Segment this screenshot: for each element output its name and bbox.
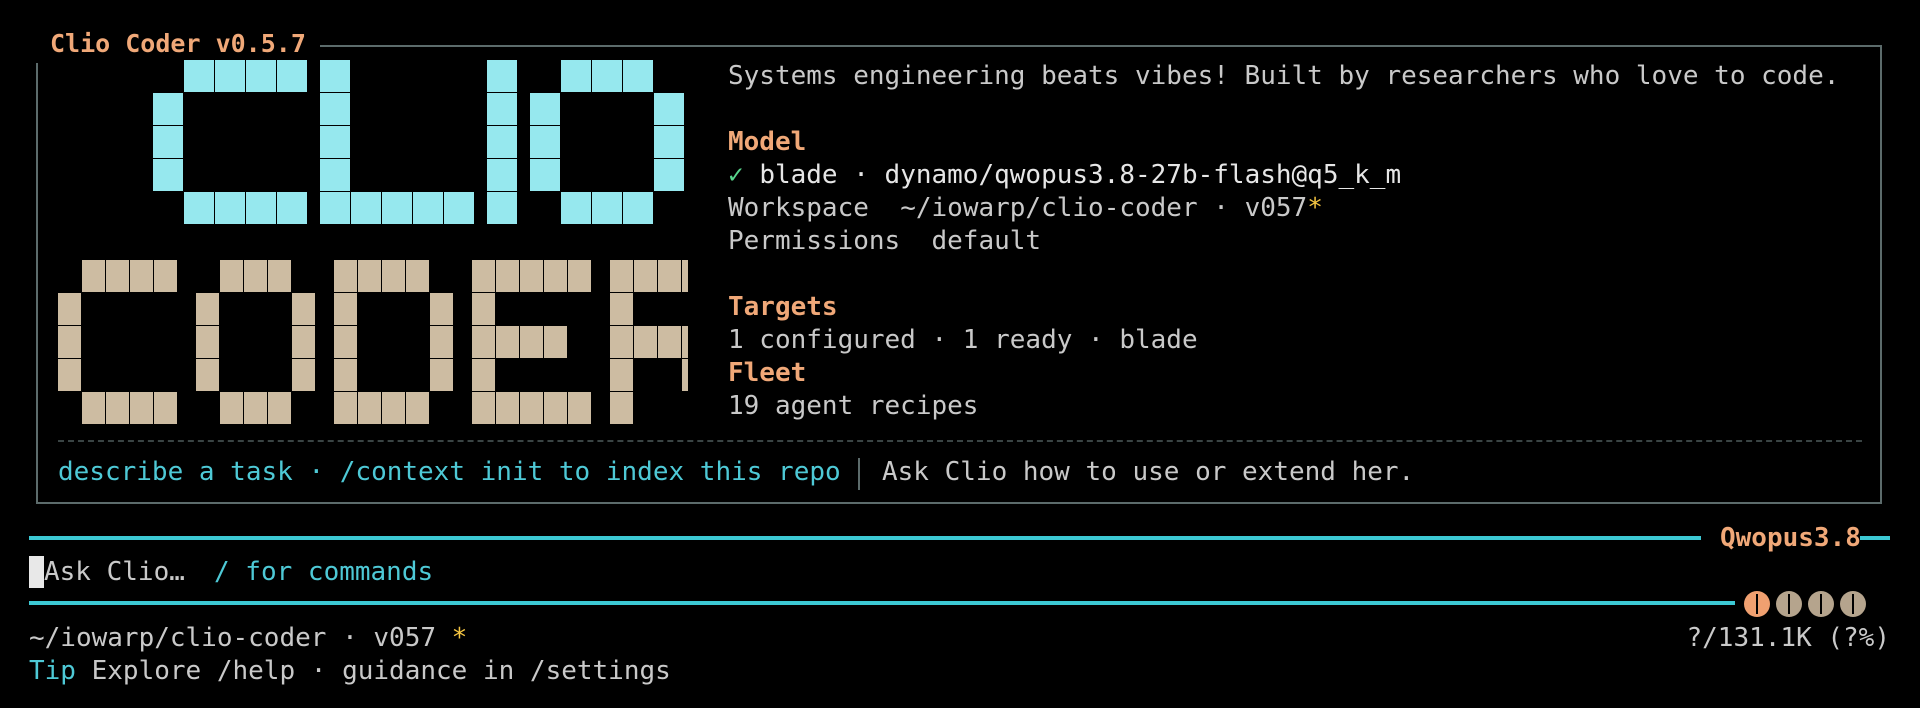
workspace-path: ~/iowarp/clio-coder · v057 [900, 193, 1308, 223]
check-icon: ✓ [728, 160, 744, 190]
status-path: ~/iowarp/clio-coder [29, 623, 327, 653]
brain-icon [1776, 591, 1802, 617]
clio-coder-logo [58, 60, 688, 424]
model-heading: Model [728, 127, 807, 157]
task-hint: describe a task · /context init to index… [58, 457, 841, 487]
input-bottom-border [29, 601, 1735, 605]
help-hint: Ask Clio how to use or extend her. [882, 457, 1415, 487]
banner-title: Clio Coder v0.5.7 [36, 25, 320, 63]
fleet-heading: Fleet [728, 358, 807, 388]
hint-separator [858, 458, 860, 490]
context-usage: ?/131.1K (?%) [1686, 623, 1891, 653]
targets-heading: Targets [728, 292, 838, 322]
brain-icon [1840, 591, 1866, 617]
brain-active-icon [1744, 591, 1770, 617]
input-top-border [29, 536, 1701, 540]
tip-text: Explore /help · guidance in /settings [91, 656, 671, 686]
tagline: Systems engineering beats vibes! Built b… [728, 61, 1840, 91]
permissions-label: Permissions [728, 226, 901, 256]
model-value: blade · dynamo/qwopus3.8-27b-flash@q5_k_… [759, 160, 1402, 190]
status-dirty: * [451, 623, 468, 653]
prompt-placeholder: Ask Clio… [44, 557, 185, 587]
model-label: Qwopus3.8 [1720, 523, 1861, 553]
fleet-value: 19 agent recipes [728, 391, 979, 421]
permissions-line: Permissions default [728, 225, 1041, 258]
effort-indicator[interactable] [1744, 591, 1866, 617]
commands-hint: / for commands [214, 557, 434, 587]
workspace-dirty: * [1307, 193, 1323, 223]
status-branch: v057 [373, 623, 437, 653]
targets-value: 1 configured · 1 ready · blade [728, 325, 1198, 355]
tip-line: Tip Explore /help · guidance in /setting… [29, 655, 671, 688]
status-path-line: ~/iowarp/clio-coder · v057 * [29, 623, 468, 653]
tip-label: Tip [29, 656, 76, 686]
model-line: ✓ blade · dynamo/qwopus3.8-27b-flash@q5_… [728, 159, 1401, 192]
banner-divider [58, 440, 1862, 442]
brain-icon [1808, 591, 1834, 617]
workspace-label: Workspace [728, 193, 869, 223]
input-top-border-end [1860, 536, 1890, 540]
workspace-line: Workspace ~/iowarp/clio-coder · v057* [728, 192, 1323, 225]
permissions-value: default [931, 226, 1042, 256]
